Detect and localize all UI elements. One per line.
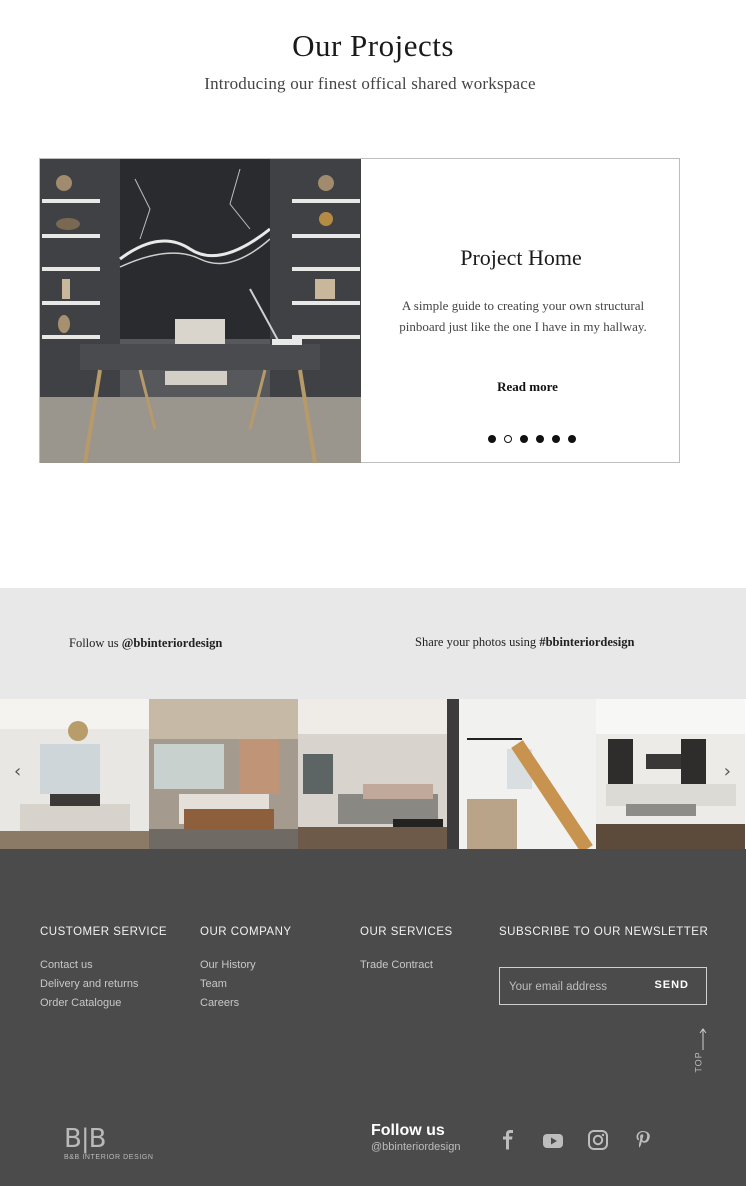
footer-link-careers[interactable]: Careers [200,997,239,1009]
carousel-dot[interactable] [536,435,544,443]
project-description: A simple guide to creating your own stru… [399,298,647,334]
logo-mark: B|B [64,1124,106,1154]
footer-heading-our-company: OUR COMPANY [200,926,292,938]
social-band: Follow us @bbinteriordesign Share your p… [0,588,746,699]
read-more-link[interactable]: Read more [361,379,694,395]
footer-link-contact-us[interactable]: Contact us [40,959,93,971]
instagram-icon[interactable] [587,1129,609,1151]
pinterest-icon[interactable] [634,1129,652,1151]
footer-follow-heading: Follow us [371,1122,445,1139]
page-title: Our Projects [292,28,454,63]
carousel-dot-active[interactable] [504,435,512,443]
chevron-left-icon[interactable]: ‹ [14,761,21,782]
carousel-dot[interactable] [568,435,576,443]
follow-us-text: Follow us @bbinteriordesign [69,636,222,651]
gallery-image[interactable]: › [596,699,745,849]
share-photos-text: Share your photos using #bbinteriordesig… [415,635,634,650]
footer-link-delivery-returns[interactable]: Delivery and returns [40,978,138,990]
chevron-right-icon[interactable]: › [724,761,731,782]
gallery-image[interactable] [298,699,447,849]
carousel-dot[interactable] [488,435,496,443]
email-field[interactable] [500,968,661,1006]
footer-link-our-history[interactable]: Our History [200,959,256,971]
follow-handle-link[interactable]: @bbinteriordesign [122,636,223,650]
footer-link-team[interactable]: Team [200,978,227,990]
project-title: Project Home [460,245,582,270]
footer-link-trade-contract[interactable]: Trade Contract [360,959,433,971]
footer-link-order-catalogue[interactable]: Order Catalogue [40,997,121,1009]
carousel-dots [488,435,576,443]
project-image [40,159,361,463]
gallery-image[interactable] [149,699,298,849]
footer-follow-handle[interactable]: @bbinteriordesign [371,1141,460,1153]
newsletter-form: SEND [499,967,707,1006]
brand-logo[interactable]: B|B B&B INTERIOR DESIGN [64,1126,154,1161]
footer-heading-our-services: OUR SERVICES [360,926,453,938]
facebook-icon[interactable] [501,1129,515,1151]
arrow-up-icon [699,1028,707,1050]
back-to-top-label: TOP [693,1051,704,1073]
gallery-image[interactable] [447,699,596,849]
send-button[interactable]: SEND [654,979,689,991]
page-subtitle: Introducing our finest offical shared wo… [204,74,536,93]
share-hashtag[interactable]: #bbinteriordesign [539,635,634,649]
carousel-dot[interactable] [552,435,560,443]
newsletter-heading: SUBSCRIBE TO OUR NEWSLETTER [499,926,709,938]
project-card: Project Home A simple guide to creating … [39,158,680,463]
footer-heading-customer-service: CUSTOMER SERVICE [40,926,168,938]
share-prefix: Share your photos using [415,635,537,649]
carousel-dot[interactable] [520,435,528,443]
youtube-icon[interactable] [542,1129,564,1151]
follow-prefix: Follow us [69,636,119,650]
instagram-gallery: ‹ › [0,699,746,849]
site-footer: CUSTOMER SERVICE Contact us Delivery and… [0,849,746,1186]
gallery-image[interactable]: ‹ [0,699,149,849]
logo-tagline: B&B INTERIOR DESIGN [64,1154,154,1161]
back-to-top-link[interactable]: TOP [694,1027,712,1077]
